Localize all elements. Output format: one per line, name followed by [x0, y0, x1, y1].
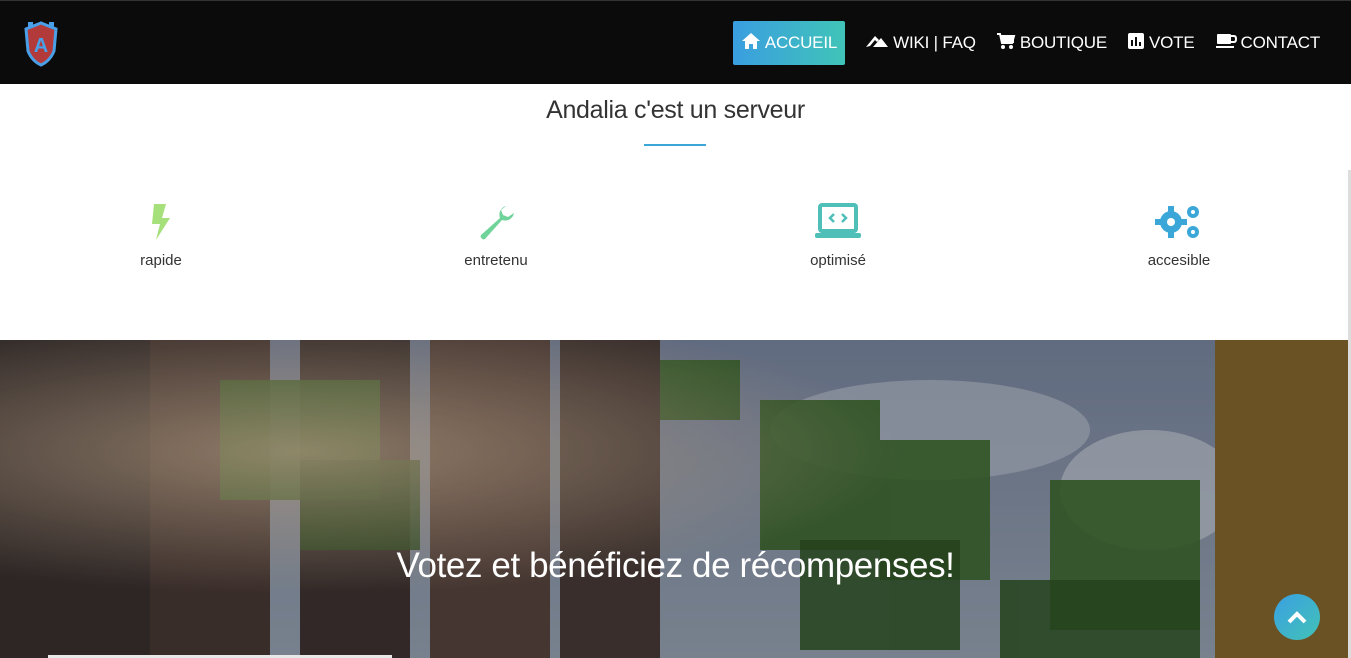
- feature-label: rapide: [140, 252, 182, 269]
- feature-label: entretenu: [464, 252, 528, 269]
- nav-vote[interactable]: VOTE: [1117, 21, 1205, 65]
- site-logo[interactable]: A: [22, 21, 60, 67]
- nav-boutique-label: BOUTIQUE: [1019, 33, 1107, 52]
- coffee-icon: [1215, 32, 1241, 55]
- svg-text:A: A: [34, 35, 48, 57]
- laptop-code-icon: [815, 203, 861, 238]
- intro-section: Andalia c'est un serveur rapide entreten…: [0, 84, 1351, 340]
- main-nav: ACCUEIL WIKI | FAQ BOUTIQUE VOTE CONTACT: [732, 21, 1331, 65]
- intro-title: Andalia c'est un serveur: [546, 96, 805, 124]
- feature-optimise: optimisé: [758, 202, 918, 269]
- feature-label: accesible: [1147, 252, 1211, 269]
- nav-accueil[interactable]: ACCUEIL: [732, 21, 846, 65]
- hero-title: Votez et bénéficiez de récompenses!: [396, 546, 955, 585]
- chevron-up-icon: [1287, 611, 1307, 624]
- feature-rapide: rapide: [81, 202, 241, 269]
- chart-icon: [1127, 32, 1149, 55]
- feature-accesible: accesible: [1099, 202, 1259, 269]
- nav-wiki-label: WIKI | FAQ: [893, 33, 976, 52]
- feature-entretenu: entretenu: [416, 202, 576, 269]
- forest-background-image: [0, 340, 1351, 658]
- wrench-icon: [480, 206, 514, 240]
- nav-boutique[interactable]: BOUTIQUE: [986, 21, 1117, 65]
- nav-accueil-label: ACCUEIL: [764, 33, 838, 52]
- top-navbar: A ACCUEIL WIKI | FAQ BOUTIQUE VOTE CONTA…: [0, 0, 1351, 84]
- bolt-icon: [152, 204, 170, 240]
- nav-wiki[interactable]: WIKI | FAQ: [855, 21, 986, 65]
- home-icon: [741, 32, 765, 55]
- cart-icon: [996, 32, 1020, 55]
- nav-vote-label: VOTE: [1149, 33, 1195, 52]
- back-to-top-button[interactable]: [1274, 594, 1320, 640]
- feature-label: optimisé: [810, 252, 866, 269]
- nav-contact-label: CONTACT: [1240, 33, 1321, 52]
- gears-icon: [1155, 206, 1199, 238]
- title-divider: [644, 144, 706, 146]
- wiki-icon: [865, 33, 893, 54]
- nav-contact[interactable]: CONTACT: [1205, 21, 1331, 65]
- vote-hero-section: Votez et bénéficiez de récompenses!: [0, 340, 1351, 658]
